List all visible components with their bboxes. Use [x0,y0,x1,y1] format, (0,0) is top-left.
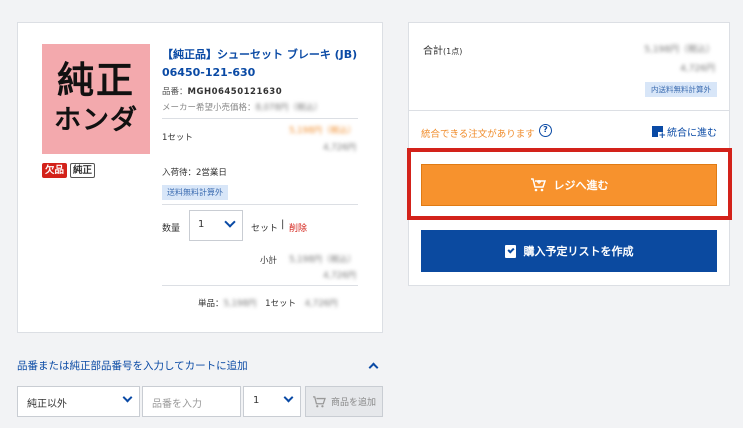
total-incl: 5,198円（税込） [644,45,715,55]
create-purchase-list-button[interactable]: 購入予定リストを作成 [421,230,717,272]
shipping-note-badge: 送料無料計算外 [162,185,228,200]
merge-note: 統合できる注文があります [421,129,535,140]
total-label-text: 合計 [423,46,443,57]
product-tags: 欠品 純正 [42,163,96,178]
divider [162,118,358,119]
product-title[interactable]: 【純正品】シューセット ブレーキ (JB) [162,46,372,64]
help-icon[interactable]: ? [539,124,552,137]
cart-add-icon [312,395,326,407]
total-excl: 4,726円 [680,64,715,74]
add-item-button[interactable]: 商品を追加 [305,386,383,417]
chevron-down-icon [283,392,294,403]
part-number-placeholder: 品番を入力 [152,399,202,410]
unit-price-line: 単品：5,198円 1セット 4,726円 [198,297,338,309]
total-count: (1点) [443,47,463,56]
arrival-status: 入荷待：2営業日 [162,168,227,178]
chevron-down-icon [224,216,236,228]
delete-link[interactable]: 削除 [289,221,307,234]
unit-price: 5,198円 [223,299,257,309]
quantity-label: 数量 [162,224,181,234]
genuine-badge: 純正 [70,163,96,178]
separator: | [281,219,285,230]
divider [162,285,358,286]
divider [409,110,729,111]
sku-label: 品番： [162,87,188,97]
checkout-button-label: レジへ進む [553,179,609,192]
part-type-value: 純正以外 [27,399,67,410]
price-incl-tax: 5,198円（税込） [289,126,356,136]
merge-link-label: 統合に進む [667,128,717,139]
divider [162,204,358,205]
sku-value: MGH06450121630 [187,87,283,97]
quantity-value: 1 [198,219,205,230]
unit-quantity: 1セット [162,133,193,143]
thumbnail-text-line1: 純正 [57,59,135,102]
purchase-list-button-label: 購入予定リストを作成 [523,245,634,258]
product-title-link[interactable]: 【純正品】シューセット ブレーキ (JB) 06450-121-630 [162,46,372,82]
part-number-input[interactable]: 品番を入力 [142,386,241,417]
merge-link[interactable]: 統合に進む [652,124,717,141]
msrp-line: メーカー希望小売価格：8,078円（税込） [162,101,322,113]
subtotal-incl: 5,198円（税込） [289,255,356,265]
merge-icon [652,126,666,141]
chevron-up-icon[interactable] [368,362,379,373]
cart-item-card: 純正 ホンダ 欠品 純正 【純正品】シューセット ブレーキ (JB) 06450… [17,22,383,333]
out-of-stock-badge: 欠品 [42,163,68,178]
subtotal-excl: 4,726円 [323,271,356,281]
checklist-icon [504,244,516,258]
sku-line: 品番：MGH06450121630 [162,85,282,97]
product-thumbnail[interactable]: 純正 ホンダ [42,44,150,154]
checkout-button[interactable]: レジへ進む [421,164,717,206]
total-label: 合計(1点) [423,42,462,57]
add-item-button-label: 商品を追加 [330,398,376,408]
tax-note-badge: 内送料無料計算外 [645,82,717,97]
quantity-select[interactable]: 1 [189,210,243,241]
subtotal-label: 小計 [260,256,278,266]
part-type-select[interactable]: 純正以外 [17,386,140,417]
add-quantity-value: 1 [253,395,260,406]
product-part-number[interactable]: 06450-121-630 [162,64,372,82]
msrp-label: メーカー希望小売価格： [162,103,256,113]
unit-price-excl: 4,726円 [304,299,338,309]
msrp-value: 8,078円（税込） [255,103,323,113]
set-unit-label: セット [251,224,279,234]
thumbnail-text-line2: ホンダ [54,105,138,136]
add-by-part-toggle[interactable]: 品番または純正部品番号を入力してカートに追加 [17,358,248,373]
price-excl-tax: 4,726円 [323,143,356,153]
chevron-down-icon [122,392,133,403]
unit-price-label: 単品： [198,299,224,309]
unit-price-set: 1セット [265,299,296,309]
cart-icon [530,178,546,192]
add-quantity-select[interactable]: 1 [243,386,301,417]
